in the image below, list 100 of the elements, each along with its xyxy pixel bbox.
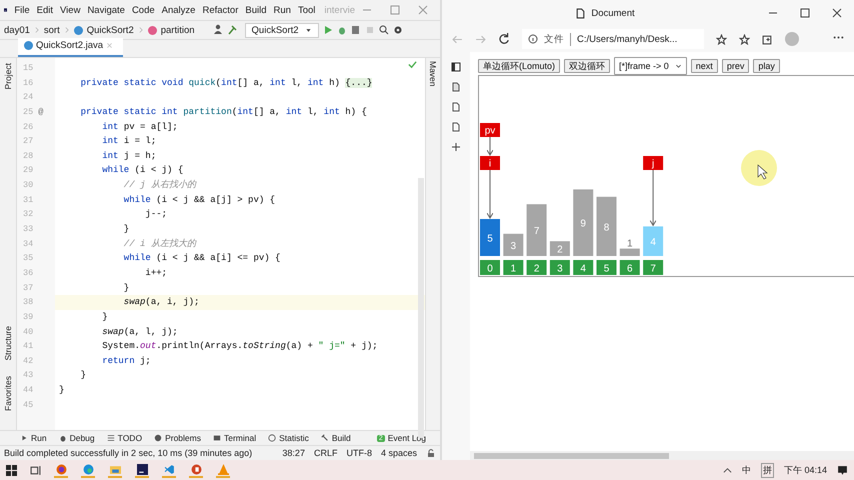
code-line: System.out.println(Arrays.toString(a) + " j=" + j); xyxy=(101,340,379,354)
run-configuration[interactable]: QuickSort2 xyxy=(244,22,319,38)
menu-item[interactable]: Analyze xyxy=(162,4,196,16)
dropdown-icon xyxy=(304,26,312,34)
menu-item[interactable]: Tool xyxy=(298,4,316,16)
side-panel-tab[interactable]: Structure xyxy=(3,322,13,364)
close-icon xyxy=(106,42,114,49)
tool-window-button[interactable]: TODO xyxy=(118,433,142,443)
chevron-up-icon xyxy=(722,466,732,474)
control-button[interactable]: prev xyxy=(722,59,750,73)
mode-button[interactable]: 双边循环 xyxy=(564,59,610,73)
menu-item[interactable]: Build xyxy=(245,4,266,16)
bar: 2 xyxy=(550,241,570,256)
editor-tab[interactable]: QuickSort2.java xyxy=(18,38,124,57)
task-view-icon xyxy=(30,464,41,476)
status-message: Build completed successfully in 2 sec, 10 ms (39 minutes ago) xyxy=(4,448,254,458)
menu-item[interactable]: Refactor xyxy=(202,4,238,16)
index-label: 5 xyxy=(596,260,616,275)
arrow xyxy=(486,136,494,156)
code-line: while (i < j && a[i] <= pv) { xyxy=(122,252,282,266)
maximize-icon xyxy=(800,8,810,18)
back-icon xyxy=(452,34,463,44)
chevron-icon xyxy=(138,26,144,34)
data-label: 2 xyxy=(557,244,564,256)
override-marker: @ xyxy=(38,106,44,119)
tool-window-button[interactable]: Debug xyxy=(70,433,95,443)
x-tick-label: 0 xyxy=(487,264,494,274)
bar: 1 xyxy=(620,238,640,256)
menu-item[interactable]: File xyxy=(14,4,30,16)
play-icon xyxy=(20,434,28,442)
menu-item[interactable]: Navigate xyxy=(87,4,125,16)
menu-item[interactable]: Edit xyxy=(36,4,54,16)
indent-setting[interactable]: 4 spaces xyxy=(380,448,417,458)
tool-window-button[interactable]: Build xyxy=(332,433,351,443)
control-button[interactable]: next xyxy=(690,59,718,73)
tool-window-button[interactable]: Problems xyxy=(165,433,201,443)
index-label: 4 xyxy=(573,260,594,275)
line-number: 37 xyxy=(23,282,34,295)
cone-icon xyxy=(218,464,228,474)
code-line: int pv = a[l]; xyxy=(101,120,179,134)
bar: 3 xyxy=(503,234,524,256)
cursor-position[interactable]: 38:27 xyxy=(282,448,305,458)
tool-window-button[interactable]: Statistic xyxy=(279,433,309,443)
breadcrumb-item[interactable]: QuickSort2 xyxy=(86,24,134,36)
code-line: while (i < j) { xyxy=(101,164,184,178)
menu-item[interactable]: View xyxy=(60,4,80,16)
line-number: 32 xyxy=(23,208,34,222)
side-panel-tab[interactable]: Project xyxy=(3,60,13,92)
line-number: 42 xyxy=(23,354,34,368)
index-label: 2 xyxy=(526,260,547,275)
x-tick-label: 4 xyxy=(580,264,586,274)
line-number: 31 xyxy=(23,194,34,207)
avatar[interactable] xyxy=(785,32,799,46)
x-tick-label: 6 xyxy=(627,264,634,274)
frame-select[interactable]: [*]frame -> 0 xyxy=(614,57,687,75)
x-tick-label: 3 xyxy=(557,264,564,274)
line-number: 16 xyxy=(23,76,34,90)
collections-icon xyxy=(762,34,773,44)
line-number: 25 xyxy=(23,106,34,119)
code-line: } xyxy=(80,369,88,382)
code-line: } xyxy=(122,223,130,236)
input-mode[interactable]: 拼 xyxy=(760,462,774,478)
data-label: 4 xyxy=(650,237,656,248)
code-line: int i = l; xyxy=(101,135,158,148)
line-number: 45 xyxy=(23,398,34,412)
line-ending[interactable]: CRLF xyxy=(314,448,338,458)
breadcrumb-item[interactable]: day01 xyxy=(4,24,30,36)
line-number: 24 xyxy=(23,91,34,104)
window-title: intervie xyxy=(324,4,355,16)
breadcrumb-item[interactable]: sort xyxy=(44,24,60,36)
input-language[interactable]: 中 xyxy=(742,464,751,476)
maximize-icon xyxy=(390,5,400,15)
address-bar[interactable]: 文件 C:/Users/manyh/Desk... xyxy=(522,29,704,49)
breadcrumb-item[interactable]: partition xyxy=(160,24,195,36)
bar: 5 xyxy=(480,219,500,256)
line-number: 35 xyxy=(23,252,34,266)
index-label: 0 xyxy=(480,260,500,275)
clock[interactable]: 下午 04:14 xyxy=(784,464,827,476)
run-icon xyxy=(322,25,333,35)
search-icon xyxy=(378,25,389,35)
line-number: 36 xyxy=(23,266,34,280)
folder-icon xyxy=(110,464,120,474)
file-encoding[interactable]: UTF-8 xyxy=(346,448,372,458)
side-panel-tab[interactable]: Favorites xyxy=(3,373,13,414)
close-icon xyxy=(832,8,842,18)
menu-item[interactable]: Run xyxy=(274,4,291,16)
scrollbar-thumb[interactable] xyxy=(474,452,669,458)
code-line: // i 从左找大的 xyxy=(122,238,198,251)
control-button[interactable]: play xyxy=(753,59,780,73)
index-label: 6 xyxy=(620,260,640,275)
start-icon xyxy=(6,464,17,476)
tool-window-button[interactable]: Run xyxy=(31,433,47,443)
code-line: private static int partition(int[] a, int l, int h) { xyxy=(80,106,368,119)
code-line: j--; xyxy=(144,208,168,222)
document-icon xyxy=(575,8,586,18)
line-number: 29 xyxy=(23,164,34,178)
menu-item[interactable]: Code xyxy=(132,4,155,16)
tool-window-button[interactable]: Terminal xyxy=(224,433,256,443)
mode-button[interactable]: 单边循环(Lomuto) xyxy=(478,59,560,73)
method-icon xyxy=(148,26,157,34)
